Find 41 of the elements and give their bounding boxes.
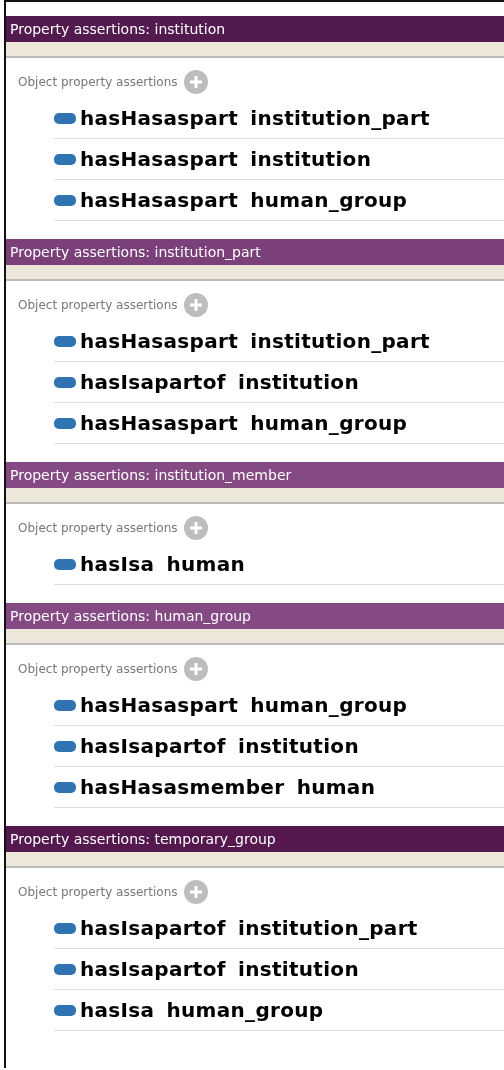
- property-icon: [54, 335, 76, 347]
- property-icon: [54, 153, 76, 165]
- section-label: Object property assertions: [18, 662, 178, 676]
- panel-title: Property assertions: institution: [6, 16, 504, 42]
- property-icon: [54, 194, 76, 206]
- property-assertion[interactable]: hasHasaspart human_group: [80, 411, 408, 435]
- section-label: Object property assertions: [18, 521, 178, 535]
- property-assertion[interactable]: hasHasaspart human_group: [80, 188, 408, 212]
- add-icon[interactable]: [183, 70, 208, 94]
- property-icon: [54, 740, 76, 752]
- property-assertion[interactable]: hasIsapartof institution: [80, 734, 359, 758]
- property-assertion[interactable]: hasIsa human_group: [80, 998, 324, 1022]
- property-icon: [54, 558, 76, 570]
- add-icon[interactable]: [183, 516, 208, 540]
- property-icon: [54, 922, 76, 934]
- property-assertion[interactable]: hasIsapartof institution: [80, 957, 359, 981]
- property-assertion[interactable]: hasHasaspart human_group: [80, 693, 408, 717]
- property-icon: [54, 963, 76, 975]
- panel-title: Property assertions: human_group: [6, 603, 504, 629]
- property-icon: [54, 376, 76, 388]
- property-icon: [54, 699, 76, 711]
- property-assertion[interactable]: hasHasaspart institution: [80, 147, 372, 171]
- property-icon: [54, 417, 76, 429]
- property-icon: [54, 1004, 76, 1016]
- panel-title: Property assertions: temporary_group: [6, 826, 504, 852]
- panel-title: Property assertions: institution_member: [6, 462, 504, 488]
- section-label: Object property assertions: [18, 298, 178, 312]
- property-assertion[interactable]: hasHasaspart institution_part: [80, 329, 430, 353]
- add-icon[interactable]: [183, 657, 208, 681]
- section-label: Object property assertions: [18, 75, 178, 89]
- add-icon[interactable]: [183, 880, 208, 904]
- section-label: Object property assertions: [18, 885, 178, 899]
- property-icon: [54, 112, 76, 124]
- property-assertion[interactable]: hasHasaspart institution_part: [80, 106, 430, 130]
- panel-title: Property assertions: institution_part: [6, 239, 504, 265]
- property-assertion[interactable]: hasIsapartof institution_part: [80, 916, 418, 940]
- property-assertion[interactable]: hasIsapartof institution: [80, 370, 359, 394]
- property-assertion[interactable]: hasIsa human: [80, 552, 246, 576]
- add-icon[interactable]: [183, 293, 208, 317]
- property-assertion[interactable]: hasHasasmember human: [80, 775, 376, 799]
- property-icon: [54, 781, 76, 793]
